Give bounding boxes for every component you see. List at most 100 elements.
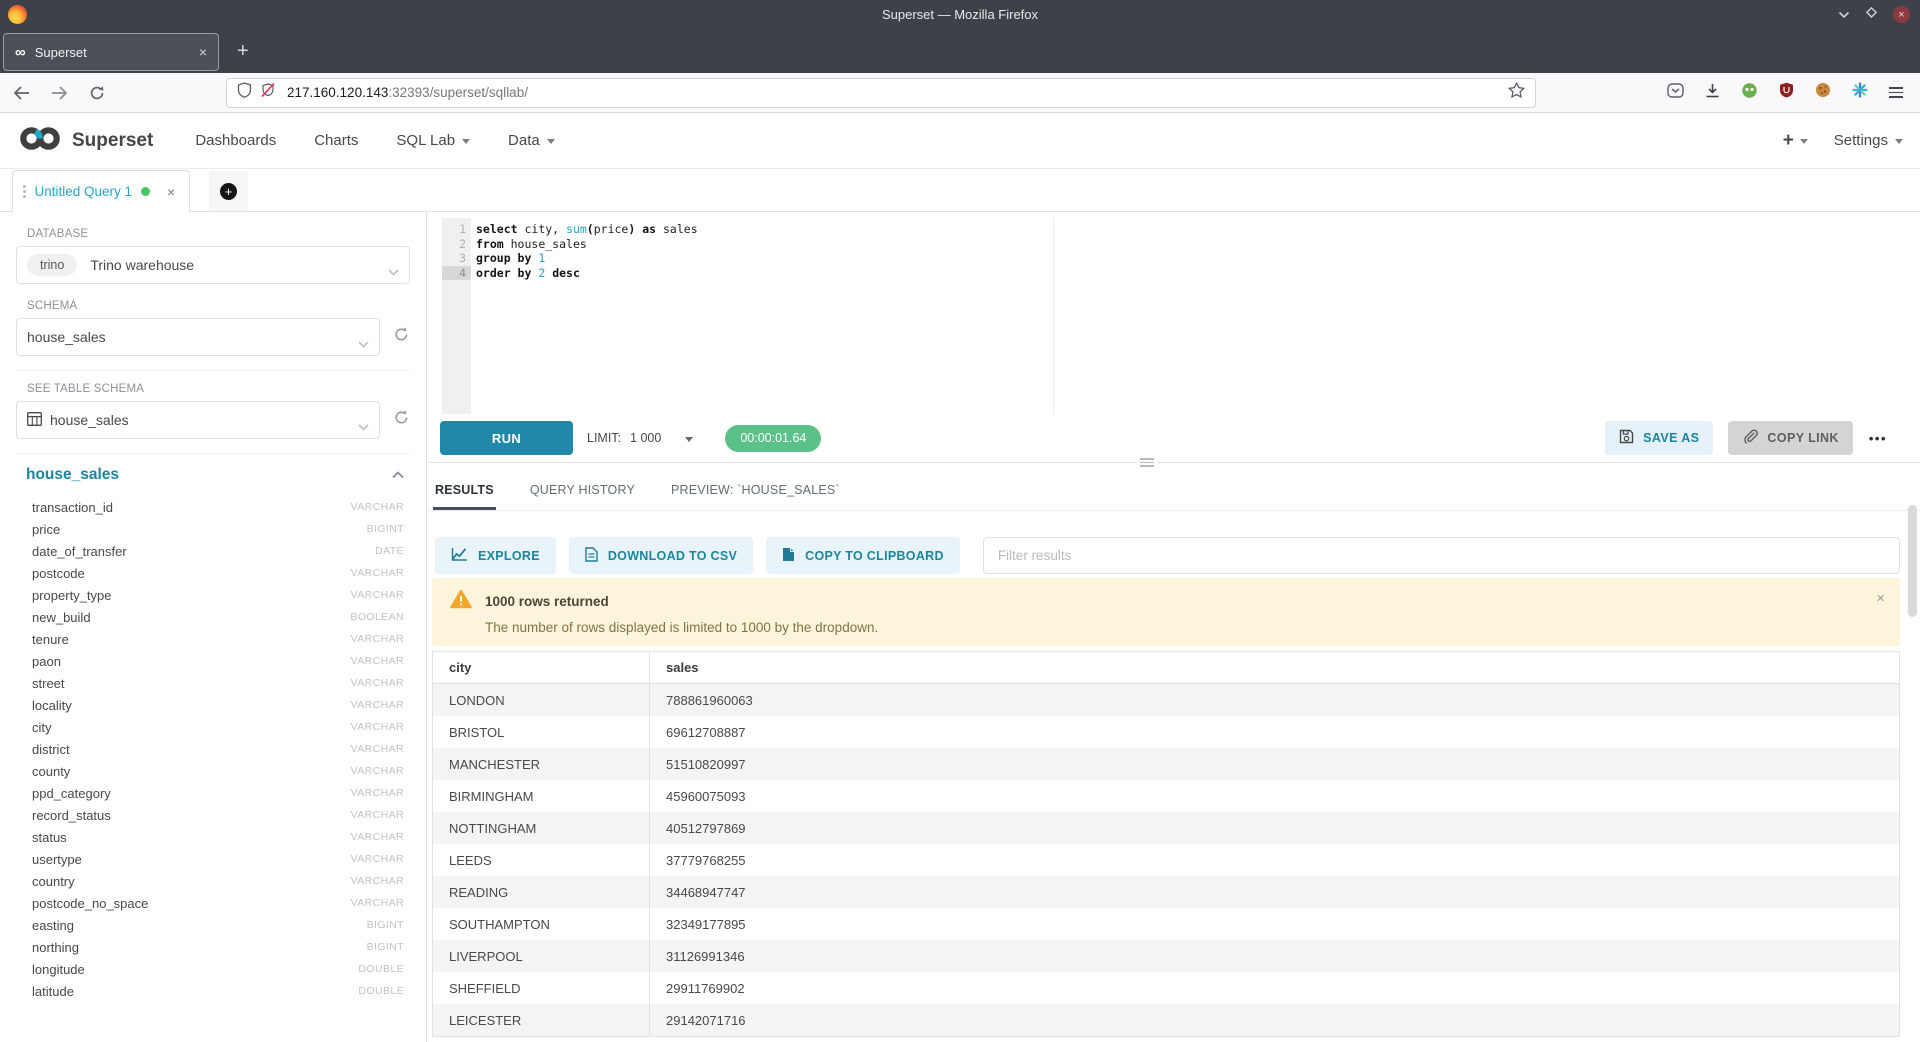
- bookmark-star-icon[interactable]: [1508, 82, 1525, 103]
- window-close-button[interactable]: ×: [1893, 6, 1910, 23]
- table-column-row[interactable]: cityVARCHAR: [16, 716, 410, 738]
- sparkle-extension-icon[interactable]: [1852, 82, 1868, 103]
- table-column-row[interactable]: latitudeDOUBLE: [16, 980, 410, 1002]
- table-select[interactable]: house_sales: [16, 401, 380, 439]
- settings-menu[interactable]: Settings: [1834, 132, 1903, 149]
- table-column-row[interactable]: districtVARCHAR: [16, 738, 410, 760]
- table-column-row[interactable]: transaction_idVARCHAR: [16, 496, 410, 518]
- new-tab-button[interactable]: +: [237, 41, 249, 61]
- run-button[interactable]: RUN: [440, 421, 573, 455]
- new-query-tab-zone[interactable]: +: [209, 171, 248, 211]
- alert-close-icon[interactable]: ×: [1876, 590, 1885, 607]
- table-column-row[interactable]: new_buildBOOLEAN: [16, 606, 410, 628]
- back-icon[interactable]: [13, 86, 30, 100]
- copy-to-clipboard-button[interactable]: COPY TO CLIPBOARD: [766, 537, 960, 574]
- nav-item-sql-lab[interactable]: SQL Lab: [396, 132, 470, 149]
- table-column-row[interactable]: property_typeVARCHAR: [16, 584, 410, 606]
- table-column-row[interactable]: paonVARCHAR: [16, 650, 410, 672]
- query-tab-close-icon[interactable]: ×: [167, 184, 175, 200]
- header-cell-sales[interactable]: sales: [650, 652, 1899, 683]
- table-row[interactable]: LEEDS37779768255: [433, 844, 1899, 876]
- table-column-row[interactable]: northingBIGINT: [16, 936, 410, 958]
- editor-code-line[interactable]: select city, sum(price) as sales: [476, 222, 1920, 237]
- table-row[interactable]: SOUTHAMPTON32349177895: [433, 908, 1899, 940]
- forward-icon[interactable]: [51, 86, 68, 100]
- table-column-row[interactable]: usertypeVARCHAR: [16, 848, 410, 870]
- refresh-tables-icon[interactable]: [393, 409, 410, 431]
- table-row[interactable]: MANCHESTER51510820997: [433, 748, 1899, 780]
- menu-icon[interactable]: [1889, 87, 1903, 98]
- connection-not-secure-icon[interactable]: [260, 82, 276, 103]
- table-column-row[interactable]: countyVARCHAR: [16, 760, 410, 782]
- query-tab[interactable]: Untitled Query 1 ×: [12, 170, 190, 212]
- window-maximize-button[interactable]: [1865, 6, 1878, 24]
- add-query-tab-icon[interactable]: +: [220, 183, 237, 200]
- table-row[interactable]: SHEFFIELD29911769902: [433, 972, 1899, 1004]
- reload-icon[interactable]: [89, 85, 105, 101]
- table-column-row[interactable]: priceBIGINT: [16, 518, 410, 540]
- download-csv-button[interactable]: DOWNLOAD TO CSV: [569, 537, 753, 574]
- refresh-schema-icon[interactable]: [393, 326, 410, 348]
- nav-item-data[interactable]: Data: [508, 132, 555, 149]
- sql-editor[interactable]: 1234 select city, sum(price) as salesfro…: [428, 218, 1920, 414]
- editor-code-line[interactable]: from house_sales: [476, 237, 1920, 252]
- superset-logo[interactable]: [17, 124, 63, 158]
- table-column-row[interactable]: postcode_no_spaceVARCHAR: [16, 892, 410, 914]
- ublock-extension-icon[interactable]: [1779, 82, 1794, 103]
- splitter-grip-icon[interactable]: [1137, 457, 1157, 468]
- brand-name[interactable]: Superset: [72, 130, 153, 152]
- table-column-row[interactable]: eastingBIGINT: [16, 914, 410, 936]
- results-tab-results[interactable]: RESULTS: [433, 483, 496, 510]
- table-column-row[interactable]: streetVARCHAR: [16, 672, 410, 694]
- more-actions-button[interactable]: •••: [1869, 431, 1887, 446]
- editor-code[interactable]: select city, sum(price) as salesfrom hou…: [476, 218, 1920, 280]
- pocket-icon[interactable]: [1667, 82, 1684, 104]
- scrollbar-thumb[interactable]: [1908, 505, 1917, 617]
- tracking-protection-shield-icon[interactable]: [237, 82, 252, 103]
- table-column-row[interactable]: date_of_transferDATE: [16, 540, 410, 562]
- table-column-row[interactable]: postcodeVARCHAR: [16, 562, 410, 584]
- table-row[interactable]: BRISTOL69612708887: [433, 716, 1899, 748]
- drag-handle-icon[interactable]: [23, 185, 26, 198]
- editor-code-line[interactable]: order by 2 desc: [476, 266, 1920, 281]
- table-column-row[interactable]: localityVARCHAR: [16, 694, 410, 716]
- downloads-icon[interactable]: [1705, 83, 1720, 103]
- url-bar[interactable]: 217.160.120.143:32393/superset/sqllab/: [226, 78, 1536, 108]
- table-schema-heading[interactable]: house_sales: [26, 466, 119, 484]
- print-margin-line: [1053, 218, 1054, 414]
- save-as-button[interactable]: SAVE AS: [1605, 421, 1713, 455]
- limit-dropdown[interactable]: LIMIT: 1 000: [587, 431, 693, 445]
- nav-item-charts[interactable]: Charts: [314, 132, 358, 149]
- nav-item-dashboards[interactable]: Dashboards: [195, 132, 276, 149]
- table-column-row[interactable]: record_statusVARCHAR: [16, 804, 410, 826]
- copy-link-button[interactable]: COPY LINK: [1728, 421, 1852, 455]
- new-item-button[interactable]: +: [1783, 131, 1808, 150]
- window-minimize-button[interactable]: [1838, 6, 1850, 24]
- privacy-mask-extension-icon[interactable]: [1741, 82, 1758, 104]
- schema-select[interactable]: house_sales: [16, 318, 380, 356]
- query-tab-title[interactable]: Untitled Query 1: [35, 184, 133, 199]
- table-row[interactable]: READING34468947747: [433, 876, 1899, 908]
- table-row[interactable]: LONDON788861960063: [433, 684, 1899, 716]
- tab-close-icon[interactable]: ×: [199, 44, 207, 60]
- header-cell-city[interactable]: city: [433, 652, 650, 683]
- browser-tab[interactable]: ∞ Superset ×: [3, 33, 219, 71]
- table-row[interactable]: LIVERPOOL31126991346: [433, 940, 1899, 972]
- table-column-row[interactable]: ppd_categoryVARCHAR: [16, 782, 410, 804]
- table-column-row[interactable]: statusVARCHAR: [16, 826, 410, 848]
- table-row[interactable]: BIRMINGHAM45960075093: [433, 780, 1899, 812]
- rows-returned-alert: 1000 rows returned The number of rows di…: [432, 578, 1900, 646]
- results-tab-preview-house-sales[interactable]: PREVIEW: `HOUSE_SALES`: [669, 483, 842, 510]
- explore-button[interactable]: EXPLORE: [435, 537, 556, 574]
- results-tab-query-history[interactable]: QUERY HISTORY: [528, 483, 637, 510]
- database-select[interactable]: trino Trino warehouse: [16, 246, 410, 284]
- table-row[interactable]: NOTTINGHAM40512797869: [433, 812, 1899, 844]
- table-row[interactable]: LEICESTER29142071716: [433, 1004, 1899, 1036]
- collapse-table-icon[interactable]: [392, 466, 404, 484]
- table-column-row[interactable]: tenureVARCHAR: [16, 628, 410, 650]
- cookie-extension-icon[interactable]: [1815, 82, 1831, 103]
- filter-results-input[interactable]: [983, 537, 1900, 574]
- table-column-row[interactable]: countryVARCHAR: [16, 870, 410, 892]
- editor-code-line[interactable]: group by 1: [476, 251, 1920, 266]
- table-column-row[interactable]: longitudeDOUBLE: [16, 958, 410, 980]
